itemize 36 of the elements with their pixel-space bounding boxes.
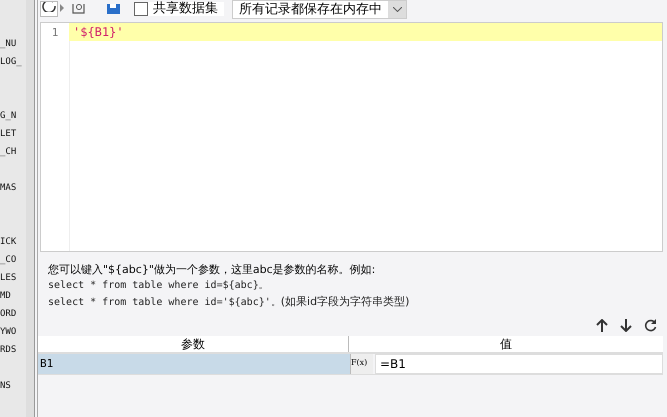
refresh-icon	[42, 2, 56, 12]
list-item-text[interactable]: YWO	[0, 327, 16, 337]
list-item-text[interactable]: NS	[0, 381, 11, 391]
example-note: (如果id字段为字符串类型)	[280, 295, 410, 308]
list-item-text[interactable]: RDS	[0, 345, 16, 355]
list-item-text[interactable]: ORD	[0, 309, 16, 319]
refresh-icon[interactable]	[644, 319, 657, 332]
save-icon[interactable]	[106, 4, 122, 14]
help-text: 您可以键入"${abc}"做为一个参数，这里abc是参数的名称。例如:	[48, 262, 376, 278]
table-cell[interactable]: B1	[38, 354, 351, 374]
list-item-text[interactable]: MD	[0, 291, 11, 301]
move-down-icon[interactable]	[620, 319, 632, 332]
shared-dataset-checkbox[interactable]: 共享数据集	[134, 2, 224, 16]
caret-icon[interactable]	[60, 4, 64, 12]
example-code: select * from table where id='${abc}'。	[48, 297, 281, 308]
formula-button[interactable]: F(x)	[351, 354, 373, 374]
line-number: 1	[50, 26, 60, 38]
storage-dropdown[interactable]: 所有记录都保存在内存中	[232, 0, 407, 18]
example-code: select * from table where id=${abc}。	[48, 279, 270, 293]
code-editor[interactable]: 1 '${B1}'	[40, 22, 663, 252]
move-up-icon[interactable]	[596, 319, 608, 332]
refresh-button[interactable]	[40, 1, 58, 17]
list-item-text[interactable]: LOG_	[0, 57, 22, 67]
list-item-text[interactable]: G_N	[0, 111, 16, 121]
list-item-text[interactable]: MAS	[0, 183, 16, 193]
preview-icon[interactable]	[72, 4, 86, 14]
list-item-text[interactable]: LES	[0, 273, 16, 283]
column-header: 参数	[38, 336, 349, 352]
value-field[interactable]: =B1	[375, 354, 663, 374]
chevron-icon	[392, 6, 402, 12]
list-item-text[interactable]: _CH	[0, 147, 16, 157]
column-header: 值	[499, 336, 513, 352]
list-item-text[interactable]: _NU	[0, 39, 16, 49]
list-item-text[interactable]: _CO	[0, 255, 16, 265]
list-item-text[interactable]: ICK	[0, 237, 16, 247]
list-item-text[interactable]: LET	[0, 129, 16, 139]
